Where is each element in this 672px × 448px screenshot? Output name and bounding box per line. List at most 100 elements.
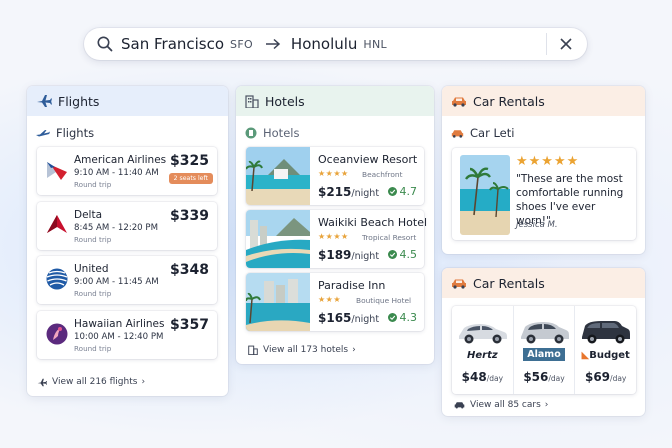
car-option-budget[interactable]: ◣Budget $69/day bbox=[575, 306, 636, 394]
rating-badge-icon bbox=[387, 250, 397, 259]
car-price: $69/day bbox=[575, 370, 636, 384]
hotel-badge-icon bbox=[245, 127, 257, 139]
flights-panel-title: Flights bbox=[58, 93, 100, 109]
hotels-panel-header: Hotels bbox=[236, 86, 434, 116]
hotel-price: $165/night bbox=[318, 311, 379, 325]
hotel-photo bbox=[246, 273, 310, 331]
car-review-panel-title: Car Rentals bbox=[473, 93, 545, 109]
car-icon bbox=[451, 278, 467, 289]
car-review-panel: Car Rentals Car Leti ★★★★★ "These are th… bbox=[442, 86, 645, 254]
flight-row-american[interactable]: American Airlines 9:10 AM - 11:40 AM Rou… bbox=[37, 147, 217, 195]
car-price-amount: $69 bbox=[584, 370, 611, 384]
airline-name: American Airlines bbox=[74, 154, 167, 166]
hotel-price-amount: $189 bbox=[318, 248, 352, 262]
flight-time: 8:45 AM - 12:20 PM bbox=[74, 223, 158, 233]
flight-row-united[interactable]: United 9:00 AM - 11:45 AM Round trip $34… bbox=[37, 256, 217, 304]
arrow-right-icon bbox=[265, 38, 281, 50]
car-icon bbox=[451, 96, 467, 107]
origin-code: SFO bbox=[230, 37, 253, 51]
rating-badge-icon bbox=[387, 187, 397, 196]
hotel-price: $215/night bbox=[318, 185, 379, 199]
flights-subheader-label: Flights bbox=[56, 126, 95, 140]
hawaiian-airlines-logo-icon bbox=[46, 323, 68, 345]
car-small-icon bbox=[451, 129, 464, 138]
per-night: /night bbox=[351, 314, 380, 325]
hotels-subheader-label: Hotels bbox=[263, 126, 300, 140]
per-night: /night bbox=[351, 188, 380, 199]
per-day: /day bbox=[486, 374, 504, 383]
car-options: Hertz $48/day Alamo $56/day ◣Budget $69/… bbox=[452, 306, 636, 394]
airline-name: Delta bbox=[74, 209, 103, 221]
flights-panel-header: Flights bbox=[27, 86, 228, 116]
building-small-icon bbox=[248, 345, 258, 355]
flights-subheader: Flights bbox=[27, 116, 228, 140]
chevron-right-icon: › bbox=[141, 377, 146, 387]
trip-type: Round trip bbox=[74, 289, 112, 298]
origin-city[interactable]: San Francisco bbox=[121, 35, 224, 53]
hotel-rating: 4.5 bbox=[387, 248, 417, 261]
close-icon[interactable] bbox=[558, 36, 574, 52]
search-divider bbox=[546, 33, 547, 55]
hotel-photo bbox=[246, 147, 310, 205]
budget-brand: ◣Budget bbox=[575, 350, 636, 361]
building-icon bbox=[245, 94, 259, 108]
car-price-amount: $48 bbox=[461, 370, 487, 384]
hotel-row-paradise[interactable]: Paradise Inn ★★★ Boutique Hotel $165/nig… bbox=[246, 273, 424, 331]
flight-time: 10:00 AM - 12:40 PM bbox=[74, 332, 164, 342]
flight-row-hawaiian[interactable]: Hawaiian Airlines 10:00 AM - 12:40 PM Ro… bbox=[37, 311, 217, 359]
trip-type: Round trip bbox=[74, 235, 112, 244]
review-photo bbox=[460, 155, 510, 235]
destination-city[interactable]: Honolulu bbox=[291, 35, 358, 53]
search-icon bbox=[97, 36, 113, 52]
hotel-name: Paradise Inn bbox=[318, 279, 386, 292]
car-review-subheader-label: Car Leti bbox=[470, 126, 515, 140]
review-card[interactable]: ★★★★★ "These are the most comfortable ru… bbox=[452, 148, 636, 240]
hertz-brand: Hertz bbox=[466, 350, 498, 361]
view-all-hotels-link[interactable]: View all 173 hotels › bbox=[248, 345, 356, 355]
hotel-row-waikiki[interactable]: Waikiki Beach Hotel ★★★★ Tropical Resort… bbox=[246, 210, 428, 268]
rating-value: 4.3 bbox=[399, 311, 418, 324]
car-price: $56/day bbox=[514, 370, 575, 384]
view-all-hotels-label: View all 173 hotels bbox=[263, 345, 349, 355]
view-all-flights-link[interactable]: View all 216 flights › bbox=[37, 377, 145, 387]
flight-price: $348 bbox=[170, 262, 209, 278]
car-option-alamo[interactable]: Alamo $56/day bbox=[514, 306, 576, 394]
united-globe-logo-icon bbox=[46, 268, 68, 290]
route-search-bar[interactable]: San Francisco SFO Honolulu HNL bbox=[84, 28, 587, 60]
seats-left-badge: 2 seats left bbox=[168, 173, 213, 184]
hotel-price-amount: $215 bbox=[318, 185, 352, 199]
car-price-amount: $56 bbox=[523, 370, 549, 384]
view-all-cars-link[interactable]: View all 85 cars › bbox=[454, 400, 548, 410]
hotels-panel: Hotels Hotels Oceanview Resort ★★★★ Beac… bbox=[236, 86, 434, 364]
hotel-photo bbox=[246, 210, 310, 268]
trip-type: Round trip bbox=[74, 344, 112, 353]
car-rentals-panel: Car Rentals Hertz $48/day Alamo $56/day bbox=[442, 268, 645, 416]
hotel-name: Waikiki Beach Hotel bbox=[318, 216, 428, 229]
hotel-price-amount: $165 bbox=[318, 311, 352, 325]
hotel-price: $189/night bbox=[318, 248, 379, 262]
star-rating-icon: ★★★★ bbox=[318, 232, 349, 241]
rating-badge-icon bbox=[387, 313, 397, 322]
per-night: /night bbox=[351, 251, 380, 262]
hotel-rating: 4.7 bbox=[387, 185, 417, 198]
flight-price: $325 bbox=[170, 153, 209, 169]
hotel-rating: 4.3 bbox=[387, 311, 418, 324]
star-rating-icon: ★★★ bbox=[318, 295, 342, 304]
suv-car-icon bbox=[582, 321, 631, 344]
flight-row-delta[interactable]: Delta 8:45 AM - 12:20 PM Round trip $339 bbox=[37, 202, 217, 250]
review-stars-icon: ★★★★★ bbox=[516, 154, 580, 169]
flight-time: 9:00 AM - 11:45 AM bbox=[74, 277, 159, 287]
flight-price: $339 bbox=[170, 208, 209, 224]
hotel-row-oceanview[interactable]: Oceanview Resort ★★★★ Beachfront $215/ni… bbox=[246, 147, 424, 205]
trip-type: Round trip bbox=[74, 180, 112, 189]
airplane-icon bbox=[36, 94, 52, 108]
compact-suv-icon bbox=[520, 322, 569, 344]
per-day: /day bbox=[548, 374, 565, 383]
car-review-panel-header: Car Rentals bbox=[442, 86, 645, 116]
car-small-icon bbox=[454, 401, 465, 409]
chevron-right-icon: › bbox=[544, 400, 549, 410]
alamo-brand: Alamo bbox=[514, 348, 575, 361]
takeoff-icon bbox=[36, 128, 50, 138]
view-all-flights-label: View all 216 flights bbox=[52, 377, 138, 387]
car-option-hertz[interactable]: Hertz $48/day bbox=[452, 306, 514, 394]
